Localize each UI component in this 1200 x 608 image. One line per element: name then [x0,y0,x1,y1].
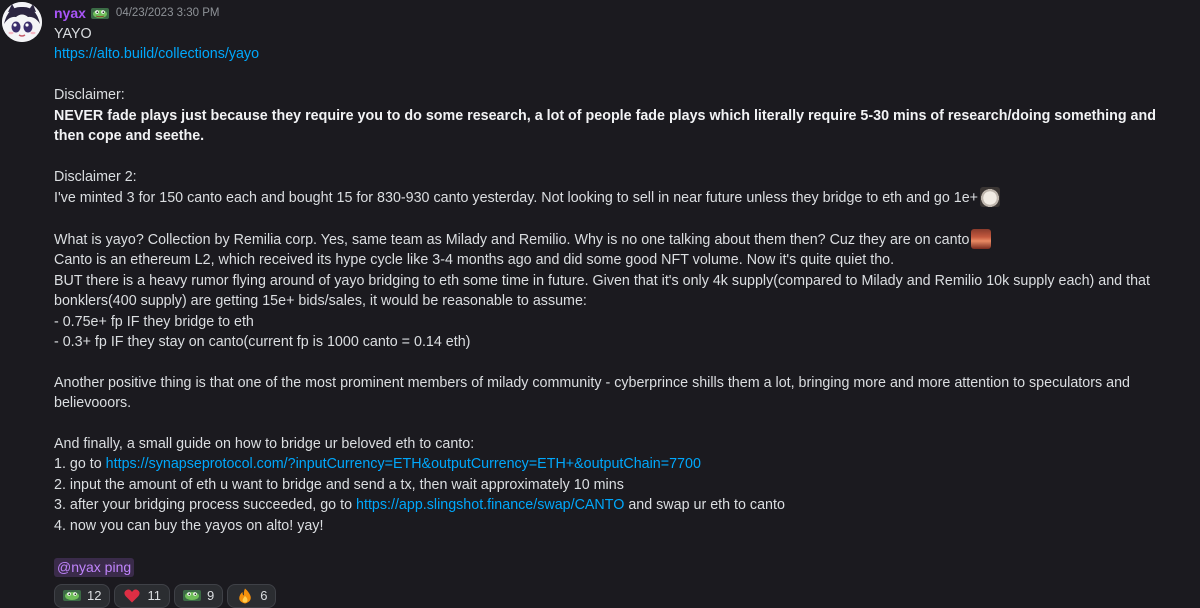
reaction-pepe[interactable]: 12 [54,583,111,608]
guide-step-3: 3. after your bridging process succeeded… [54,495,1180,515]
anime-avatar-icon [2,2,42,42]
cat-emoji-icon [980,187,1001,208]
guide-step-2: 2. input the amount of eth u want to bri… [54,476,624,493]
alto-link[interactable]: https://alto.build/collections/yayo [54,46,259,62]
bullet-canto: - 0.3+ fp IF they stay on canto(current … [54,334,471,351]
mention-line: @nyax ping [54,558,1180,578]
reaction-fire[interactable]: 6 [227,583,277,608]
guide-step-4: 4. now you can buy the yayos on alto! ya… [54,517,324,534]
avatar[interactable] [2,2,42,42]
chat-message: nyax 04/23/2023 3:30 PM YAYO https://alt… [0,0,1200,608]
fire-icon [236,588,254,604]
disclaimer-bold-text: NEVER fade plays just because they requi… [54,107,1156,145]
reaction-count: 9 [206,588,215,604]
username[interactable]: nyax [54,4,86,22]
message-timestamp: 04/23/2023 3:30 PM [115,7,220,19]
step1-prefix: 1. go to [54,456,106,473]
guide-intro: And finally, a small guide on how to bri… [54,436,475,453]
disclaimer2-text: I've minted 3 for 150 canto each and bou… [54,190,979,207]
reaction-pepe-2[interactable]: 9 [173,583,224,608]
reaction-count: 6 [260,588,268,604]
disclaimer2-line: I've minted 3 for 150 canto each and bou… [54,187,1180,208]
message-content: YAYO https://alto.build/collections/yayo… [54,24,1180,579]
positive-text: Another positive thing is that one of th… [54,374,1130,412]
reactions-bar: 12 11 9 6 [54,583,1180,608]
what-is-line: What is yayo? Collection by Remilia corp… [54,229,1180,250]
pepe-tag-icon [90,7,109,20]
role-mention[interactable]: @nyax ping [54,558,135,578]
step3-suffix: and swap ur eth to canto [624,497,785,514]
rumor-text: BUT there is a heavy rumor flying around… [54,272,1150,310]
canto-description: Canto is an ethereum L2, which received … [54,252,895,269]
face-emoji-icon [971,229,992,250]
reaction-count: 11 [147,588,161,604]
slingshot-link[interactable]: https://app.slingshot.finance/swap/CANTO [356,497,624,513]
message-title: YAYO [54,26,92,42]
disclaimer2-heading: Disclaimer 2: [54,168,137,185]
pepe-tag-icon [63,588,81,604]
step3-prefix: 3. after your bridging process succeeded… [54,497,357,514]
what-is-text: What is yayo? Collection by Remilia corp… [54,232,970,249]
bullet-bridge: - 0.75e+ fp IF they bridge to eth [54,313,254,330]
pepe-tag-icon [182,588,201,604]
reaction-heart[interactable]: 11 [114,583,170,608]
message-header: nyax 04/23/2023 3:30 PM [54,4,1180,22]
synapse-link[interactable]: https://synapseprotocol.com/?inputCurren… [106,456,701,472]
disclaimer-heading: Disclaimer: [54,87,125,104]
heart-icon [123,588,141,604]
reaction-count: 12 [87,588,102,604]
guide-step-1: 1. go to https://synapseprotocol.com/?in… [54,454,1180,474]
